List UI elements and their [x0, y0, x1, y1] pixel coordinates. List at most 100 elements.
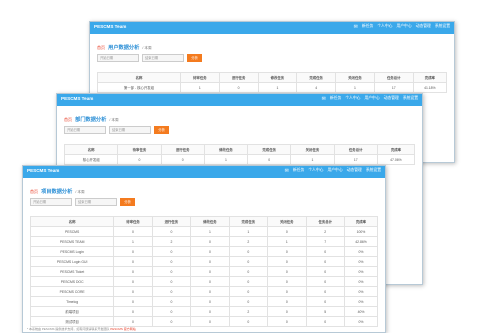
column-header: 进行任务: [160, 144, 205, 155]
table-cell: 0: [267, 286, 307, 297]
analyze-button[interactable]: 分析: [120, 198, 135, 206]
end-date-input[interactable]: 结束日期: [142, 54, 184, 62]
end-date-input[interactable]: 结束日期: [109, 126, 151, 134]
column-header: 任务总计: [305, 216, 345, 227]
nav-dynamic[interactable]: 动态管理: [384, 96, 399, 102]
table-cell: 0: [267, 296, 307, 307]
mail-icon[interactable]: ✉: [285, 168, 289, 174]
table-cell: 0: [190, 316, 230, 327]
table-cell: 0: [228, 316, 269, 327]
analyze-button[interactable]: 分析: [154, 126, 169, 134]
column-header: 进行任务: [151, 216, 192, 227]
stats-table: 名称 待审任务 进行任务 修改任务 完成任务 关闭任务 任务总计 完成率 第一部…: [97, 72, 448, 93]
footer-link[interactable]: PESCMS 官方网站: [110, 327, 136, 331]
table-cell: 0: [113, 306, 153, 317]
column-header: 关闭任务: [267, 216, 307, 227]
breadcrumb-home[interactable]: 首页: [97, 45, 105, 50]
table-row: Timelog 0 0 0 0 0 0 0%: [29, 296, 379, 307]
table-cell: 第一部 - 核心开发组: [97, 82, 181, 93]
table-row: 核心开发组 0 0 1 0 1 17 47.06%: [63, 154, 416, 165]
table-cell: 0: [151, 306, 192, 317]
nav-dynamic[interactable]: 动态管理: [416, 24, 431, 30]
table-cell: 0: [218, 82, 259, 93]
table-cell: 0: [228, 276, 269, 287]
column-header: 任务总计: [373, 72, 414, 83]
table-cell: PESCMS TEAM: [29, 236, 115, 247]
window-project-analysis: PESCMS Team ✉ 新任务 个人中心 用户中心 动态管理 系统设置 首页…: [22, 165, 386, 333]
column-header: 关闭任务: [290, 144, 335, 155]
nav-users[interactable]: 用户中心: [396, 24, 411, 30]
analyze-button[interactable]: 分析: [187, 54, 202, 62]
table-cell: 0: [151, 286, 192, 297]
nav-users[interactable]: 用户中心: [327, 168, 342, 174]
app-brand[interactable]: PESCMS Team: [94, 24, 126, 29]
table-cell: 0: [267, 316, 307, 327]
table-row: PESCMS TEAM 1 2 0 2 1 7 42.86%: [29, 236, 379, 247]
table-cell: 0: [190, 246, 230, 257]
nav-settings[interactable]: 系统设置: [366, 168, 381, 174]
table-cell: 0: [113, 256, 153, 267]
nav-personal[interactable]: 个人中心: [377, 24, 392, 30]
start-date-input[interactable]: 开始日期: [97, 54, 139, 62]
table-cell: 0: [228, 246, 269, 257]
nav-settings[interactable]: 系统设置: [435, 24, 450, 30]
table-cell: 0: [190, 256, 230, 267]
table-row: PESCMS 0 0 1 1 0 2 100%: [29, 226, 379, 237]
column-header: 完成任务: [296, 72, 337, 83]
footer-note: * 本系统由 PESCMS 提供技术支持，如有问题请联系开发团队 PESCMS …: [27, 327, 136, 331]
table-cell: 0: [247, 154, 292, 165]
page-title: 项目数据分析: [41, 189, 73, 195]
table-row: PESCMS CORE 0 0 0 0 0 0 0%: [29, 286, 379, 297]
table-cell: 0: [190, 236, 230, 247]
table-cell: 0: [113, 316, 153, 327]
table-cell: 0: [113, 286, 153, 297]
top-navbar: PESCMS Team ✉ 新任务 个人中心 用户中心 动态管理 系统设置: [90, 22, 454, 34]
app-brand[interactable]: PESCMS Team: [61, 96, 93, 101]
nav-new-task[interactable]: 新任务: [293, 168, 304, 174]
mail-icon[interactable]: ✉: [354, 24, 358, 30]
table-cell: 0: [113, 296, 153, 307]
table-cell: 0: [267, 266, 307, 277]
table-cell: 0: [267, 276, 307, 287]
table-row: 前端项目 0 0 0 2 0 5 40%: [29, 306, 379, 317]
date-filter: 开始日期 结束日期 分析: [64, 126, 169, 134]
start-date-input[interactable]: 开始日期: [30, 198, 72, 206]
table-cell: Timelog: [29, 296, 115, 307]
nav-settings[interactable]: 系统设置: [403, 96, 418, 102]
breadcrumb-home[interactable]: 首页: [64, 117, 72, 122]
nav-new-task[interactable]: 新任务: [330, 96, 341, 102]
table-cell: 核心开发组: [63, 154, 119, 165]
table-row: PESCMS Login GUI 0 0 0 0 0 0 0%: [29, 256, 379, 267]
table-cell: 0: [151, 316, 192, 327]
table-cell: 0: [160, 154, 205, 165]
column-header: 完成率: [412, 72, 448, 83]
table-cell: 0: [228, 286, 269, 297]
table-cell: 0: [151, 226, 192, 237]
table-cell: 0: [305, 296, 345, 307]
mail-icon[interactable]: ✉: [322, 96, 326, 102]
app-brand[interactable]: PESCMS Team: [27, 168, 59, 173]
table-cell: 0: [151, 256, 192, 267]
nav-menu: ✉ 新任务 个人中心 用户中心 动态管理 系统设置: [322, 96, 418, 102]
table-cell: 4: [296, 82, 337, 93]
nav-users[interactable]: 用户中心: [364, 96, 379, 102]
table-cell: 5: [305, 306, 345, 317]
table-cell: PESCMS CORE: [29, 286, 115, 297]
breadcrumb-home[interactable]: 首页: [30, 189, 38, 194]
breadcrumb: 首页 部门数据分析 / 本周: [64, 116, 119, 123]
table-cell: 0: [113, 246, 153, 257]
table-cell: 0: [117, 154, 162, 165]
nav-personal[interactable]: 个人中心: [345, 96, 360, 102]
table-cell: 42.86%: [343, 236, 379, 247]
table-cell: 17: [333, 154, 378, 165]
table-cell: 41.18%: [412, 82, 448, 93]
table-row: 第一部 - 核心开发组 1 0 1 4 1 17 41.18%: [97, 82, 448, 93]
end-date-input[interactable]: 结束日期: [75, 198, 117, 206]
column-header: 任务总计: [333, 144, 378, 155]
table-cell: 100%: [343, 226, 379, 237]
nav-new-task[interactable]: 新任务: [362, 24, 373, 30]
nav-dynamic[interactable]: 动态管理: [347, 168, 362, 174]
start-date-input[interactable]: 开始日期: [64, 126, 106, 134]
table-cell: 1: [290, 154, 335, 165]
nav-personal[interactable]: 个人中心: [308, 168, 323, 174]
